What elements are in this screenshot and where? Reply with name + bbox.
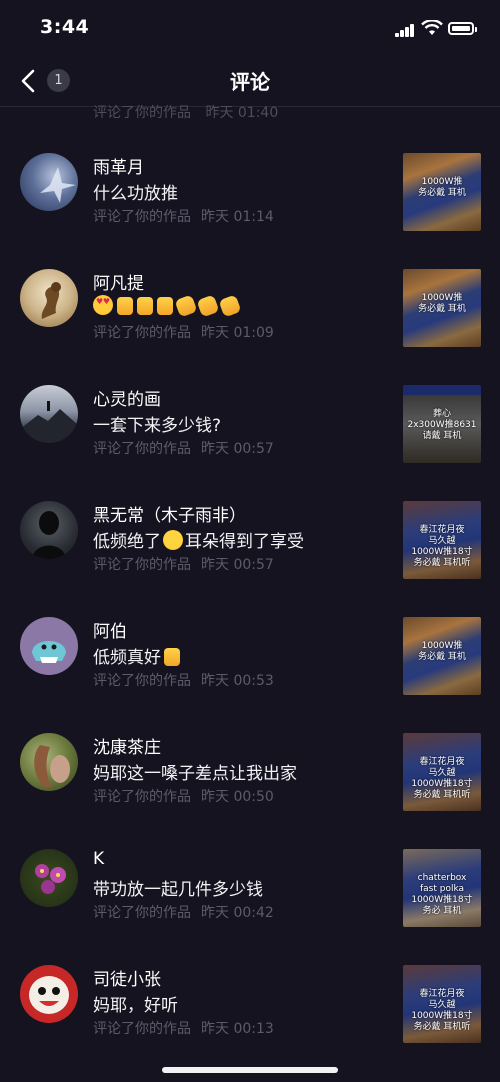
meta-text: 评论了你的作品 <box>93 105 191 121</box>
avatar[interactable] <box>20 501 78 559</box>
comment-meta: 评论了你的作品 昨天 00:53 <box>93 670 274 690</box>
meta-text: 评论了你的作品 <box>93 441 191 457</box>
cellular-signal-icon <box>395 24 415 37</box>
video-thumbnail[interactable]: 1000W推 务必戴 耳机 <box>403 269 481 347</box>
video-thumbnail[interactable]: 春江花月夜 马久越 1000W推18寸 务必戴 耳机听 <box>403 733 481 811</box>
meta-time: 昨天 00:57 <box>201 557 274 573</box>
status-time: 3:44 <box>40 16 90 38</box>
commenter-name[interactable]: 沈康茶庄 <box>93 733 161 758</box>
comment-meta: 评论了你的作品 昨天 01:09 <box>93 322 274 342</box>
commenter-name[interactable]: 司徒小张 <box>93 965 161 990</box>
thumbnail-caption: 1000W推 务必戴 耳机 <box>418 177 466 198</box>
thumbs-up-emoji-icon <box>164 648 180 666</box>
comment-row[interactable]: 黑无常（木子雨非） 低频绝了 耳朵得到了享受 评论了你的作品 昨天 00:57 春江… <box>0 485 500 601</box>
comment-row[interactable]: 司徒小张 妈耶，好听 评论了你的作品 昨天 00:13 春江花月夜 马久越 100… <box>0 949 500 1065</box>
meta-time: 昨天 00:50 <box>201 789 274 805</box>
avatar[interactable] <box>20 385 78 443</box>
meta-time: 昨天 00:57 <box>201 441 274 457</box>
home-indicator[interactable] <box>162 1067 338 1073</box>
nav-bar: 1 评论 <box>0 58 500 107</box>
comment-text-suffix: 耳朵得到了享受 <box>185 532 304 552</box>
thumbnail-caption: 1000W推 务必戴 耳机 <box>418 641 466 662</box>
comment-text: 妈耶，好听 <box>93 996 178 1016</box>
meta-time: 昨天 00:53 <box>201 673 274 689</box>
comment-row[interactable]: K 带功放一起几件多少钱 评论了你的作品 昨天 00:42 chatterbox … <box>0 833 500 949</box>
wifi-icon <box>421 20 443 35</box>
avatar[interactable] <box>20 269 78 327</box>
meta-text: 评论了你的作品 <box>93 673 191 689</box>
meta-time: 昨天 01:14 <box>201 209 274 225</box>
avatar[interactable] <box>20 617 78 675</box>
video-thumbnail[interactable]: 葬心 2x300W推8631 请戴 耳机 <box>403 385 481 463</box>
comment-meta: 评论了你的作品 昨天 00:57 <box>93 438 274 458</box>
meta-text: 评论了你的作品 <box>93 325 191 341</box>
comment-row[interactable]: 雨革月 什么功放推 评论了你的作品 昨天 01:14 1000W推 务必戴 耳机 <box>0 137 500 253</box>
status-bar: 3:44 <box>0 0 500 58</box>
comment-text: 低频绝了 耳朵得到了享受 <box>93 527 304 552</box>
thumbs-up-emoji-icon <box>157 297 173 315</box>
comment-row[interactable]: 沈康茶庄 妈耶这一嗓子差点让我出家 评论了你的作品 昨天 00:50 春江花月夜 … <box>0 717 500 833</box>
meta-text: 评论了你的作品 <box>93 1021 191 1037</box>
commenter-name[interactable]: K <box>93 849 104 869</box>
commenter-name[interactable]: 黑无常（木子雨非） <box>93 501 246 526</box>
comment-text-body: 低频真好 <box>93 648 161 668</box>
thumbnail-caption: 春江花月夜 马久越 1000W推18寸 务必戴 耳机听 <box>411 525 473 568</box>
commenter-name[interactable]: 雨革月 <box>93 153 144 178</box>
video-thumbnail[interactable]: 1000W推 务必戴 耳机 <box>403 153 481 231</box>
avatar[interactable] <box>20 849 78 907</box>
video-thumbnail[interactable]: 春江花月夜 马久越 1000W推18寸 务必戴 耳机听 <box>403 501 481 579</box>
comment-meta: 评论了你的作品 昨天 00:13 <box>93 1018 274 1038</box>
page-title: 评论 <box>230 70 270 94</box>
comment-row[interactable]: 阿凡提 评论了你的作品昨天 01:09 1000W推 务必戴 耳机 <box>0 253 500 369</box>
heart-eyes-emoji-icon <box>93 295 113 315</box>
meta-text: 评论了你的作品 <box>93 209 191 225</box>
comment-text: 妈耶这一嗓子差点让我出家 <box>93 764 297 784</box>
thumbnail-caption: 葬心 2x300W推8631 请戴 耳机 <box>407 409 477 441</box>
thumbnail-caption: chatterbox fast polka 1000W推18寸 务必 耳机 <box>411 873 473 916</box>
video-thumbnail[interactable]: chatterbox fast polka 1000W推18寸 务必 耳机 <box>403 849 481 927</box>
clapping-hands-emoji-icon <box>218 294 242 318</box>
meta-time: 昨天 00:42 <box>201 905 274 921</box>
comment-emojis <box>93 294 243 318</box>
meta-time: 昨天 00:13 <box>201 1021 274 1037</box>
comment-row[interactable]: 阿伯 低频真好 评论了你的作品 昨天 00:53 1000W推 务必戴 耳机 <box>0 601 500 717</box>
comment-text: 一套下来多少钱? <box>93 416 222 436</box>
video-thumbnail[interactable]: 1000W推 务必戴 耳机 <box>403 617 481 695</box>
meta-time: 昨天 01:40 <box>205 105 279 121</box>
comment-meta: 评论了你的作品 昨天 00:42 <box>93 902 274 922</box>
avatar[interactable] <box>20 965 78 1023</box>
thumbs-up-emoji-icon <box>137 297 153 315</box>
comment-text: 什么功放推 <box>93 184 178 204</box>
video-thumbnail[interactable]: 春江花月夜 马久越 1000W推18寸 务必戴 耳机听 <box>403 965 481 1043</box>
meta-text: 评论了你的作品 <box>93 905 191 921</box>
meta-text: 评论了你的作品 <box>93 557 191 573</box>
comment-text-prefix: 低频绝了 <box>93 532 161 552</box>
comment-row[interactable]: 心灵的画 一套下来多少钱? 评论了你的作品 昨天 00:57 葬心 2x300W推… <box>0 369 500 485</box>
battery-icon <box>448 22 477 35</box>
clapping-hands-emoji-icon <box>174 294 198 318</box>
commenter-name[interactable]: 阿凡提 <box>93 269 144 294</box>
partial-row-meta: 评论了你的作品 昨天 01:40 <box>93 102 278 122</box>
clapping-hands-emoji-icon <box>196 294 220 318</box>
commenter-name[interactable]: 心灵的画 <box>93 385 161 410</box>
comment-meta: 评论了你的作品 昨天 00:50 <box>93 786 274 806</box>
comment-text: 低频真好 <box>93 643 184 668</box>
commenter-name[interactable]: 阿伯 <box>93 617 127 642</box>
comment-meta: 评论了你的作品 昨天 01:14 <box>93 206 274 226</box>
thumbnail-caption: 春江花月夜 马久越 1000W推18寸 务必戴 耳机听 <box>411 989 473 1032</box>
comment-text: 带功放一起几件多少钱 <box>93 880 263 900</box>
avatar[interactable] <box>20 733 78 791</box>
avatar[interactable] <box>20 153 78 211</box>
comment-meta: 评论了你的作品 昨天 00:57 <box>93 554 274 574</box>
thumbnail-caption: 1000W推 务必戴 耳机 <box>418 293 466 314</box>
thumbnail-caption: 春江花月夜 马久越 1000W推18寸 务必戴 耳机听 <box>411 757 473 800</box>
thumbs-up-emoji-icon <box>117 297 133 315</box>
rolling-laughing-emoji-icon <box>163 530 183 550</box>
meta-text: 评论了你的作品 <box>93 789 191 805</box>
meta-time: 昨天 01:09 <box>201 325 274 341</box>
